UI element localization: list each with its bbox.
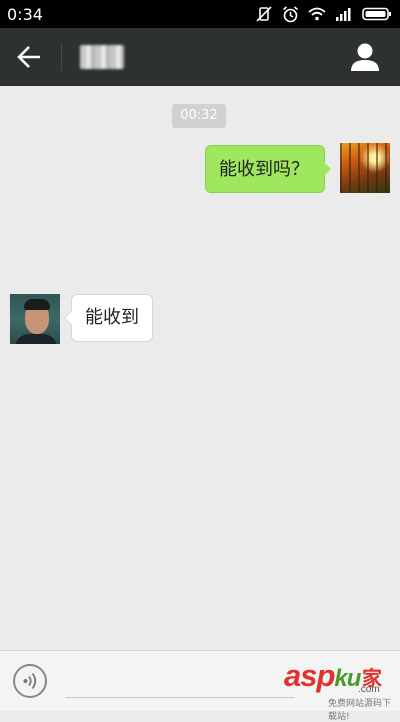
vibrate-off-icon <box>255 6 273 22</box>
incoming-message-bubble[interactable]: 能收到 <box>64 294 153 342</box>
back-button[interactable] <box>12 42 44 72</box>
my-avatar[interactable] <box>340 143 390 193</box>
header-divider <box>61 43 62 71</box>
watermark: aspku 家 .com 免费网站源码下载站! <box>224 658 392 722</box>
contact-avatar[interactable] <box>10 294 60 344</box>
watermark-logo: aspku <box>284 658 361 693</box>
arrow-left-icon <box>17 46 40 68</box>
voice-input-button[interactable] <box>13 664 47 698</box>
watermark-slogan: 免费网站源码下载站! <box>328 699 392 722</box>
chat-info-button[interactable] <box>350 41 380 73</box>
battery-icon <box>362 7 392 21</box>
status-bar: 0:34 <box>0 0 400 28</box>
alarm-icon <box>282 5 299 23</box>
status-time: 0:34 <box>7 4 43 24</box>
status-icons <box>255 0 392 28</box>
message-list[interactable]: 00:32 能收到吗？ 能收到 <box>0 86 400 650</box>
contact-name <box>80 45 124 69</box>
watermark-domain: .com <box>358 684 380 695</box>
message-timestamp: 00:32 <box>172 104 226 128</box>
voice-input-icon <box>23 672 37 690</box>
person-icon <box>351 43 379 71</box>
chat-header <box>0 28 400 86</box>
signal-icon <box>335 7 353 21</box>
avatar-hair <box>24 299 50 310</box>
wifi-icon <box>308 7 326 21</box>
outgoing-message-bubble[interactable]: 能收到吗？ <box>205 145 331 193</box>
avatar-shirt <box>15 334 57 344</box>
